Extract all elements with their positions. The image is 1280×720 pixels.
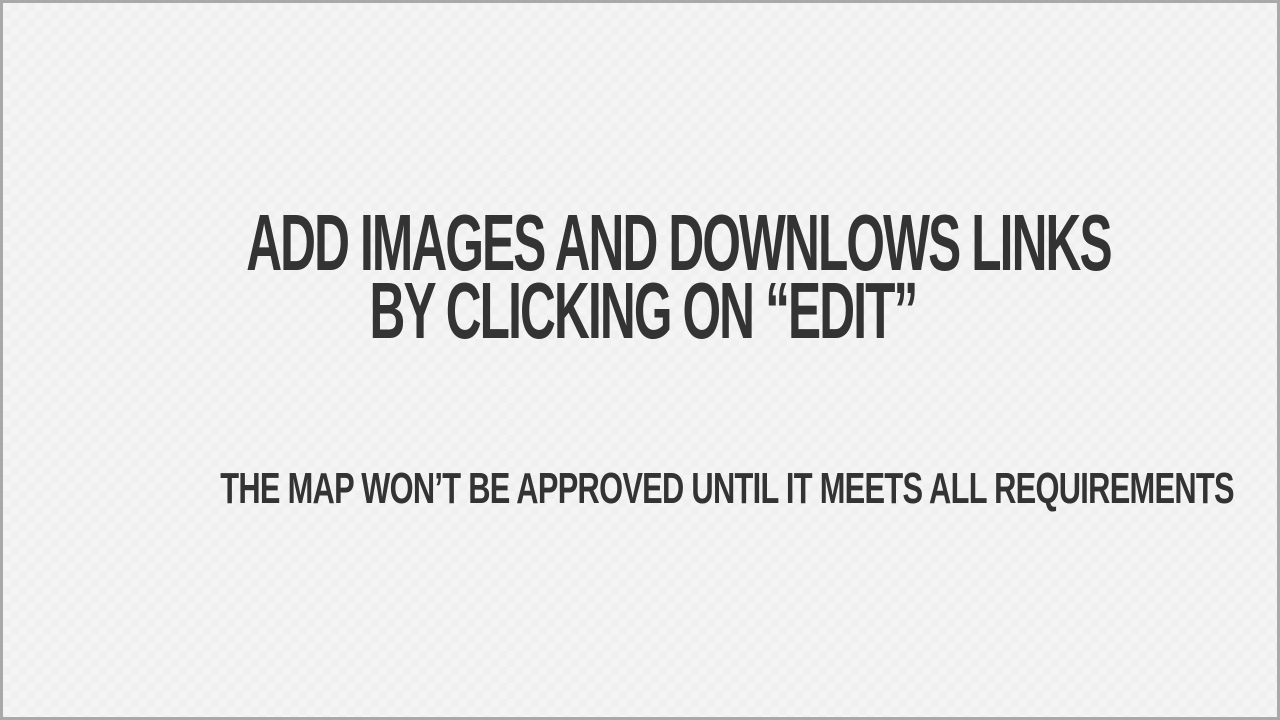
slide-subline: THE MAP WON’T BE APPROVED UNTIL IT MEETS…	[3, 465, 1280, 513]
slide-frame: ADD IMAGES AND DOWNLOWS LINKS BY CLICKIN…	[0, 0, 1280, 720]
slide-headline: ADD IMAGES AND DOWNLOWS LINKS BY CLICKIN…	[3, 203, 1280, 355]
subline-text: THE MAP WON’T BE APPROVED UNTIL IT MEETS…	[220, 464, 1234, 513]
headline-line-2: BY CLICKING ON “EDIT”	[369, 266, 919, 355]
